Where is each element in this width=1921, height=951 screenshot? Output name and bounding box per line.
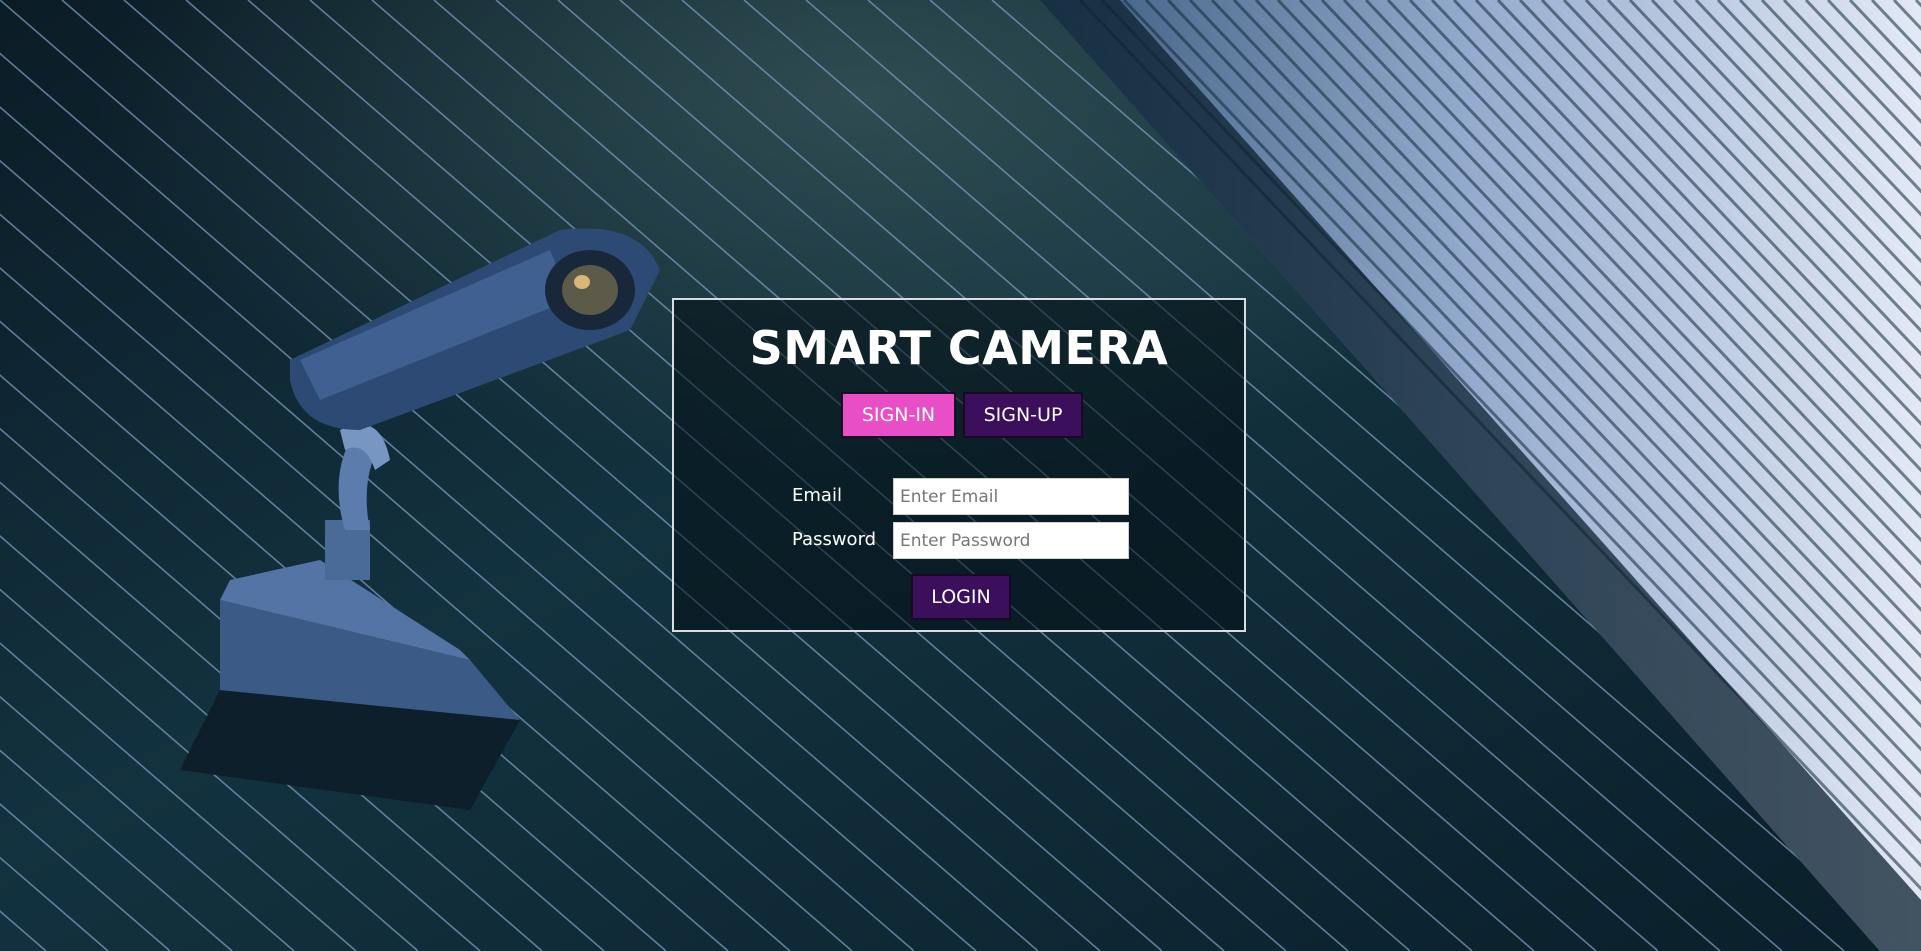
password-field[interactable] [893,522,1129,559]
login-page: SMART CAMERA SIGN-IN SIGN-UP Email Passw… [0,0,1921,951]
password-label: Password [792,529,877,550]
tab-sign-up[interactable]: SIGN-UP [963,392,1083,438]
login-panel: SMART CAMERA SIGN-IN SIGN-UP Email Passw… [672,298,1246,632]
email-field[interactable] [893,478,1129,515]
app-title: SMART CAMERA [749,321,1169,375]
tab-sign-in[interactable]: SIGN-IN [841,392,956,438]
login-button[interactable]: LOGIN [911,574,1011,620]
email-label: Email [792,485,842,506]
